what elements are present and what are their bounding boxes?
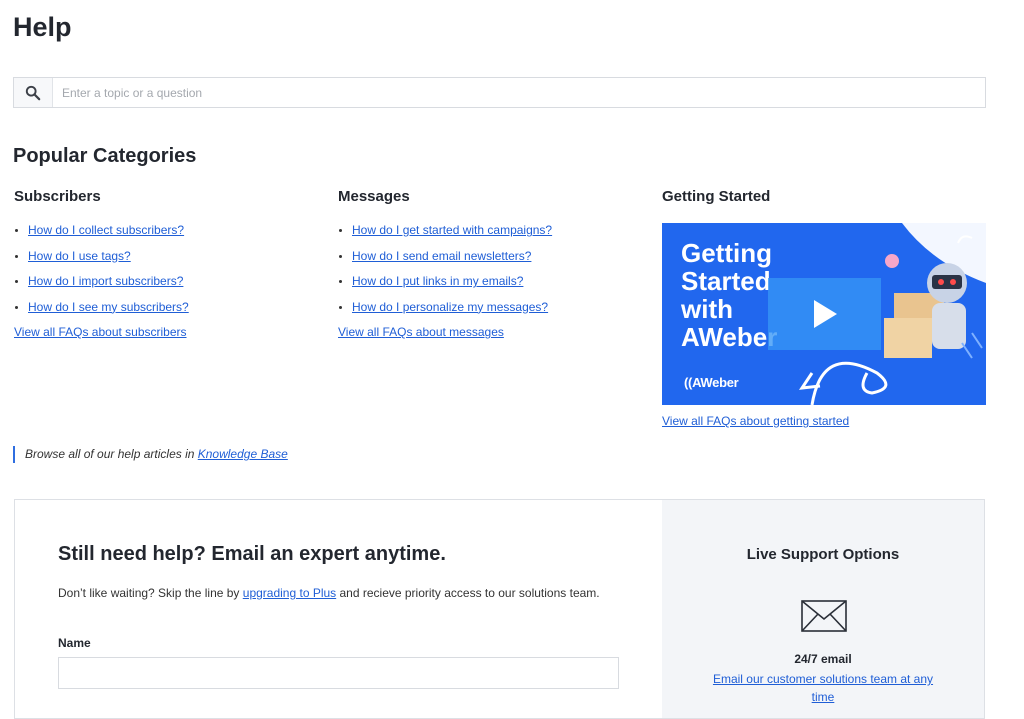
live-support-panel: Live Support Options 24/7 email Email ou… bbox=[662, 500, 984, 718]
broadcast-icon: (( bbox=[684, 375, 693, 390]
faq-link[interactable]: How do I use tags? bbox=[28, 249, 131, 263]
name-label: Name bbox=[58, 636, 91, 650]
page-title: Help bbox=[13, 12, 72, 42]
search-input[interactable] bbox=[53, 78, 985, 107]
view-all-subscribers-link[interactable]: View all FAQs about subscribers bbox=[14, 325, 314, 339]
category-heading: Subscribers bbox=[14, 188, 101, 205]
faq-item: How do I put links in my emails? bbox=[338, 274, 638, 288]
search-icon-button[interactable] bbox=[14, 78, 53, 107]
view-all-messages-link[interactable]: View all FAQs about messages bbox=[338, 325, 638, 339]
faq-item: How do I get started with campaigns? bbox=[338, 223, 638, 237]
video-title-text: Getting Started with AWeber bbox=[681, 238, 778, 352]
play-icon bbox=[813, 300, 837, 328]
getting-started-video[interactable]: Getting Started with AWeber ((AWeber bbox=[662, 223, 986, 405]
category-heading: Getting Started bbox=[662, 188, 771, 205]
contact-title: Still need help? Email an expert anytime… bbox=[58, 543, 446, 565]
contact-description: Don’t like waiting? Skip the line by upg… bbox=[58, 586, 600, 600]
envelope-icon bbox=[801, 600, 847, 632]
category-heading: Messages bbox=[338, 188, 410, 205]
faq-item: How do I use tags? bbox=[14, 249, 314, 263]
faq-link[interactable]: How do I collect subscribers? bbox=[28, 223, 184, 237]
faq-link[interactable]: How do I get started with campaigns? bbox=[352, 223, 552, 237]
view-all-getting-started-link[interactable]: View all FAQs about getting started bbox=[662, 414, 986, 428]
faq-link[interactable]: How do I personalize my messages? bbox=[352, 300, 548, 314]
aweber-logo: ((AWeber bbox=[684, 375, 739, 390]
email-support-heading: 24/7 email bbox=[794, 652, 852, 666]
play-button[interactable] bbox=[768, 278, 881, 350]
email-expert-panel: Still need help? Email an expert anytime… bbox=[15, 500, 662, 718]
browse-knowledge-base: Browse all of our help articles in Knowl… bbox=[13, 446, 288, 463]
knowledge-base-link[interactable]: Knowledge Base bbox=[198, 447, 288, 461]
contact-card: Still need help? Email an expert anytime… bbox=[14, 499, 985, 719]
category-subscribers: Subscribers How do I collect subscribers… bbox=[14, 188, 314, 339]
name-input[interactable] bbox=[58, 657, 619, 689]
upgrade-plus-link[interactable]: upgrading to Plus bbox=[243, 586, 336, 600]
faq-list: How do I collect subscribers? How do I u… bbox=[14, 223, 314, 314]
faq-item: How do I send email newsletters? bbox=[338, 249, 638, 263]
faq-item: How do I import subscribers? bbox=[14, 274, 314, 288]
faq-link[interactable]: How do I see my subscribers? bbox=[28, 300, 189, 314]
search-bar bbox=[13, 77, 986, 108]
faq-link[interactable]: How do I send email newsletters? bbox=[352, 249, 531, 263]
faq-link[interactable]: How do I put links in my emails? bbox=[352, 274, 523, 288]
faq-item: How do I see my subscribers? bbox=[14, 300, 314, 314]
faq-item: How do I personalize my messages? bbox=[338, 300, 638, 314]
live-support-title: Live Support Options bbox=[746, 546, 900, 563]
faq-list: How do I get started with campaigns? How… bbox=[338, 223, 638, 314]
category-messages: Messages How do I get started with campa… bbox=[338, 188, 638, 339]
faq-link[interactable]: How do I import subscribers? bbox=[28, 274, 183, 288]
popular-categories-title: Popular Categories bbox=[13, 145, 197, 167]
email-support-link[interactable]: Email our customer solutions team at any… bbox=[702, 670, 944, 706]
search-icon bbox=[25, 85, 41, 100]
faq-item: How do I collect subscribers? bbox=[14, 223, 314, 237]
category-getting-started: Getting Started Getting Started with AWe… bbox=[662, 188, 986, 428]
